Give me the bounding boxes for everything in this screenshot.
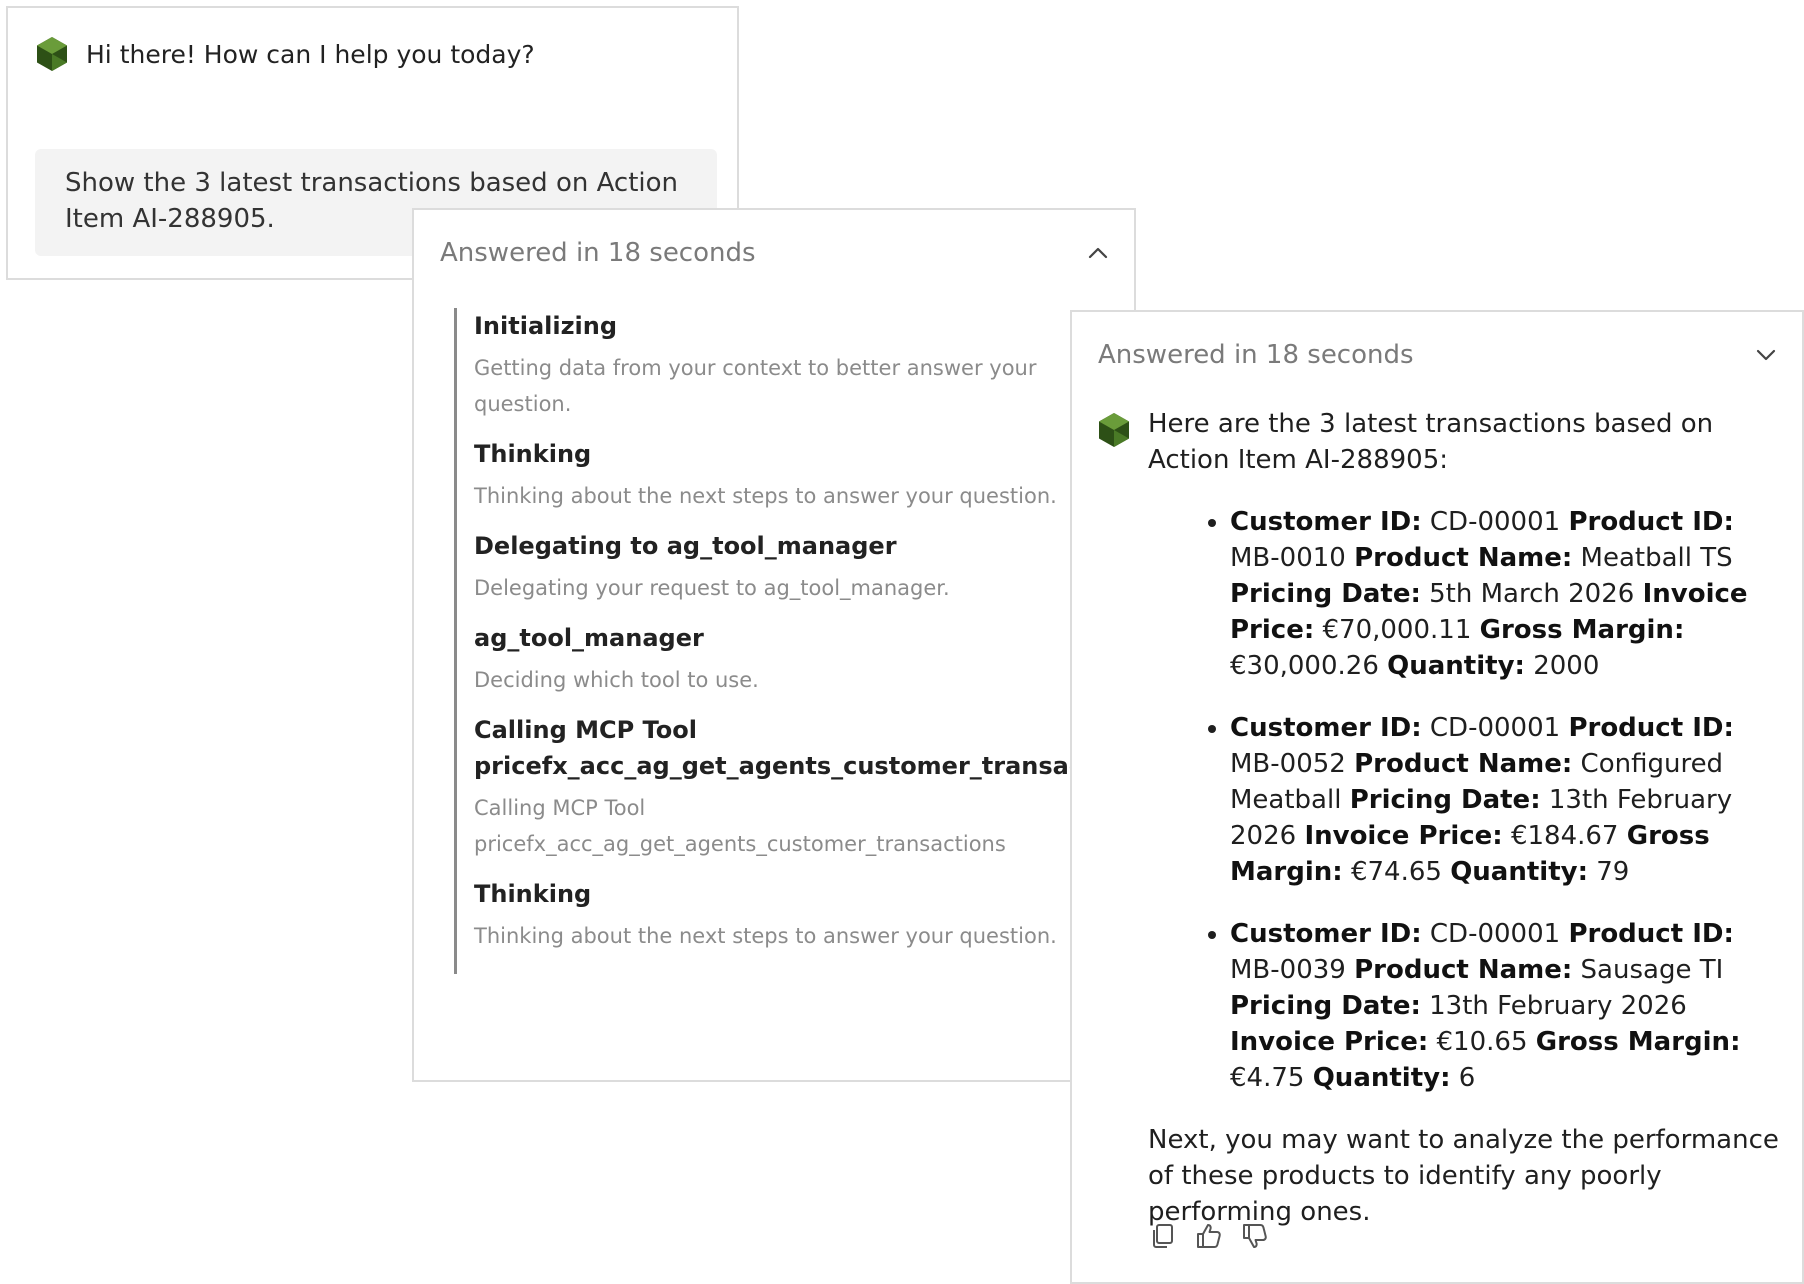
field-value: CD-00001 [1429,919,1561,949]
answer-intro: Here are the 3 latest transactions based… [1148,409,1714,475]
field-value: €4.75 [1230,1063,1305,1093]
field-label: Pricing Date: [1349,785,1541,815]
answer-panel-header[interactable]: Answered in 18 seconds [1098,340,1778,370]
field-value: Sausage TI [1580,955,1724,985]
process-steps: Initializing Getting data from your conte… [454,308,1151,974]
transactions-list: Customer ID: CD-00001 Product ID: MB-001… [1148,504,1780,1096]
field-value: 6 [1458,1063,1476,1093]
field-label: Customer ID: [1230,919,1422,949]
field-label: Quantity: [1312,1063,1451,1093]
transaction-item: Customer ID: CD-00001 Product ID: MB-005… [1230,710,1780,890]
field-value: 2000 [1533,651,1600,681]
field-label: Product ID: [1568,713,1734,743]
process-panel: Answered in 18 seconds Initializing Getti… [412,208,1151,1082]
field-value: €74.65 [1350,857,1442,887]
answer-content: Here are the 3 latest transactions based… [1098,406,1780,1230]
field-label: Product Name: [1354,955,1573,985]
step-title: Delegating to ag_tool_manager [474,532,897,560]
step-description: Thinking about the next steps to answer … [474,484,1057,508]
field-value: CD-00001 [1429,713,1561,743]
field-label: Product Name: [1354,543,1573,573]
field-value: 5th March 2026 [1429,579,1635,609]
field-value: €184.67 [1510,821,1619,851]
process-panel-title: Answered in 18 seconds [440,238,756,268]
field-label: Product Name: [1354,749,1573,779]
field-label: Invoice Price: [1230,1027,1429,1057]
field-value: €30,000.26 [1230,651,1379,681]
field-value: CD-00001 [1429,507,1561,537]
field-value: MB-0010 [1230,543,1346,573]
step-title: ag_tool_manager [474,624,704,652]
step-description: Delegating your request to ag_tool_manag… [474,576,950,600]
field-value: €70,000.11 [1322,615,1472,645]
step-description: Calling MCP Tool pricefx_acc_ag_get_agen… [474,796,1006,856]
field-label: Gross Margin: [1479,615,1685,645]
thumbs-down-icon[interactable] [1240,1221,1270,1251]
field-value: 13th February 2026 [1429,991,1687,1021]
field-label: Pricing Date: [1230,991,1421,1021]
step-description: Getting data from your context to better… [474,356,1037,416]
answer-panel-title: Answered in 18 seconds [1098,340,1414,370]
copy-icon[interactable] [1148,1221,1178,1251]
chevron-up-icon[interactable] [1086,241,1110,265]
field-label: Invoice Price: [1304,821,1503,851]
process-panel-header[interactable]: Answered in 18 seconds [440,238,1110,268]
greeting-text: Hi there! How can I help you today? [86,39,535,69]
chevron-down-icon[interactable] [1754,343,1778,367]
field-value: 79 [1596,857,1630,887]
field-label: Customer ID: [1230,507,1422,537]
step-description: Thinking about the next steps to answer … [474,924,1057,948]
field-label: Customer ID: [1230,713,1422,743]
field-label: Pricing Date: [1230,579,1421,609]
field-value: €10.65 [1436,1027,1528,1057]
field-label: Quantity: [1450,857,1588,887]
answer-actions [1148,1221,1270,1251]
thumbs-up-icon[interactable] [1194,1221,1224,1251]
field-label: Product ID: [1568,507,1734,537]
step-description: Deciding which tool to use. [474,668,759,692]
answer-panel: Answered in 18 seconds Here are the 3 la… [1070,310,1804,1284]
step-title: Thinking [474,440,592,468]
assistant-logo-icon [37,37,67,71]
transaction-item: Customer ID: CD-00001 Product ID: MB-003… [1230,916,1780,1096]
transaction-item: Customer ID: CD-00001 Product ID: MB-001… [1230,504,1780,684]
field-label: Product ID: [1568,919,1734,949]
step-title: Initializing [474,312,618,340]
field-value: MB-0052 [1230,749,1346,779]
step-title: Thinking [474,880,592,908]
step-title: Calling MCP Tool pricefx_acc_ag_get_agen… [474,716,1151,780]
assistant-logo-icon [1099,413,1129,447]
field-label: Quantity: [1387,651,1525,681]
field-value: Meatball TS [1580,543,1733,573]
answer-next-suggestion: Next, you may want to analyze the perfor… [1148,1125,1779,1227]
field-value: MB-0039 [1230,955,1346,985]
assistant-greeting: Hi there! How can I help you today? [36,36,535,72]
field-label: Gross Margin: [1535,1027,1741,1057]
